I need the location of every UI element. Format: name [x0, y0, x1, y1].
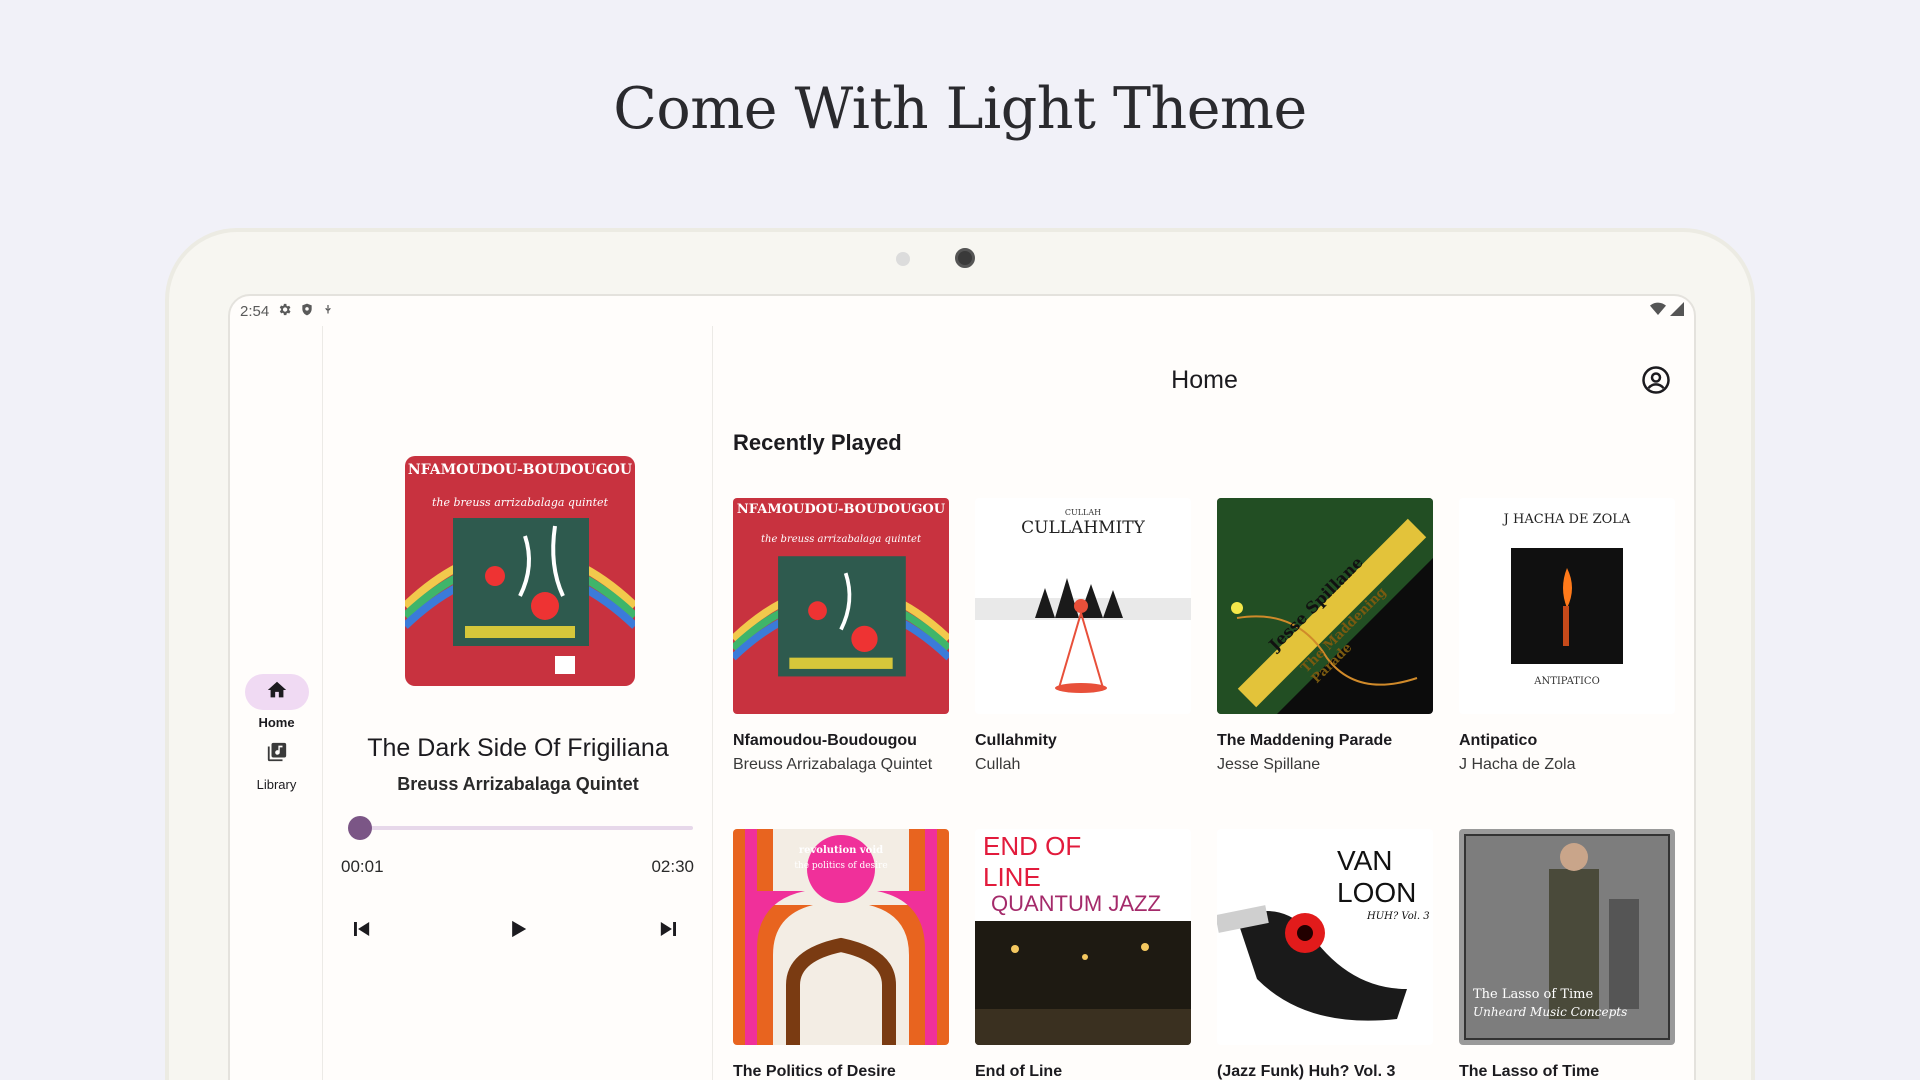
total-time: 02:30	[651, 857, 694, 876]
now-playing-title: The Dark Side Of Frigiliana	[367, 734, 669, 762]
album-art: CULLAH CULLAHMITY	[975, 498, 1191, 714]
gear-icon	[277, 302, 292, 321]
camera-icon	[955, 248, 975, 268]
library-icon	[266, 741, 288, 768]
tablet-frame: 2:54 Home Library NFAMOUDOU-BOUDOUGOU th…	[165, 228, 1755, 1080]
sensor-dot	[896, 252, 910, 266]
album-card[interactable]: END OF LINE QUANTUM JAZZ End of Line	[975, 829, 1191, 1080]
app-screen: 2:54 Home Library NFAMOUDOU-BOUDOUGOU th…	[228, 294, 1696, 1080]
rail-item-home[interactable]: Home	[230, 674, 323, 730]
section-title-recently-played: Recently Played	[733, 430, 902, 455]
album-art-text: END OF LINE	[983, 831, 1082, 892]
album-art-text: revolution void	[798, 845, 884, 856]
album-art: Jesse Spillane The Maddening Parade	[1217, 498, 1433, 714]
rail-label-library: Library	[256, 777, 297, 792]
album-art-text: The Lasso of Time	[1473, 987, 1594, 1002]
current-time: 00:01	[341, 857, 384, 876]
album-title: The Lasso of Time	[1459, 1063, 1600, 1080]
album-art-subtext: Unheard Music Concepts	[1473, 1005, 1628, 1019]
album-art-text: J HACHA DE ZOLA	[1503, 512, 1631, 527]
status-time: 2:54	[240, 302, 270, 320]
album-art: J HACHA DE ZOLA ANTIPATICO	[1459, 498, 1675, 714]
skip-next-icon	[655, 915, 683, 948]
status-bar: 2:54	[230, 296, 1694, 326]
album-title: The Politics of Desire	[733, 1063, 896, 1080]
album-art-text: CULLAHMITY	[1021, 518, 1145, 538]
album-art: END OF LINE QUANTUM JAZZ	[975, 829, 1191, 1045]
album-card[interactable]: CULLAH CULLAHMITY Cullahmity Cullah	[975, 498, 1191, 774]
album-art-subtext: QUANTUM JAZZ	[991, 891, 1161, 916]
page-title: Home	[1171, 366, 1238, 394]
album-title: Cullahmity	[975, 732, 1057, 749]
album-card[interactable]: The Lasso of Time Unheard Music Concepts…	[1459, 829, 1675, 1080]
rail-library-indicator[interactable]	[245, 736, 309, 772]
album-art-subtext: CULLAH	[1064, 508, 1102, 517]
album-art: VAN LOON HUH? Vol. 3	[1217, 829, 1433, 1045]
skip-previous-icon	[347, 915, 375, 948]
home-icon	[266, 679, 288, 706]
now-playing-art-line2: the breuss arrizabalaga quintet	[432, 496, 608, 509]
account-circle-icon	[1641, 365, 1671, 400]
album-title: The Maddening Parade	[1217, 732, 1393, 749]
album-artist: Jesse Spillane	[1217, 756, 1321, 773]
play-icon	[504, 915, 532, 948]
page-headline: Come With Light Theme	[613, 76, 1307, 142]
album-title: Antipatico	[1459, 732, 1538, 749]
seek-bar-thumb[interactable]	[348, 816, 373, 840]
album-art: The Lasso of Time Unheard Music Concepts	[1459, 829, 1675, 1045]
album-art-text: NFAMOUDOU-BOUDOUGOU	[736, 502, 946, 517]
album-card[interactable]: Jesse Spillane The Maddening Parade The …	[1217, 498, 1433, 774]
album-card[interactable]: revolution void the politics of desire T…	[733, 829, 949, 1080]
wifi-icon	[1650, 302, 1666, 320]
album-art-subtext: ANTIPATICO	[1534, 676, 1600, 687]
album-card[interactable]: VAN LOON HUH? Vol. 3 (Jazz Funk) Huh? Vo…	[1217, 829, 1433, 1080]
album-title: End of Line	[975, 1063, 1063, 1080]
home-content: Home Recently Played NFAMOUDOU-BOUDOUGOU…	[713, 326, 1694, 1080]
album-art-subtext: the politics of desire	[794, 861, 888, 871]
navigation-rail: Home Library	[230, 326, 323, 1080]
album-card[interactable]: J HACHA DE ZOLA ANTIPATICO Antipatico J …	[1459, 498, 1675, 774]
account-button[interactable]	[1638, 364, 1674, 400]
album-art: revolution void the politics of desire	[733, 829, 949, 1045]
now-playing-panel: NFAMOUDOU-BOUDOUGOU the breuss arrizabal…	[323, 326, 713, 1080]
album-artist: Cullah	[975, 756, 1021, 773]
now-playing-album-art: NFAMOUDOU-BOUDOUGOU the breuss arrizabal…	[405, 456, 635, 686]
rail-label-home: Home	[258, 715, 295, 730]
album-art-subtext: HUH? Vol. 3	[1367, 911, 1430, 922]
rail-home-indicator[interactable]	[244, 674, 309, 710]
skip-next-button[interactable]	[649, 911, 689, 951]
play-button[interactable]	[498, 911, 538, 951]
album-title: Nfamoudou-Boudougou	[733, 732, 917, 749]
shield-icon	[300, 302, 314, 321]
signal-icon	[1670, 302, 1684, 320]
album-art-subtext: the breuss arrizabalaga quintet	[761, 534, 921, 545]
album-art-text: VAN LOON	[1337, 845, 1417, 908]
album-artist: J Hacha de Zola	[1459, 756, 1576, 773]
rail-item-library[interactable]: Library	[230, 736, 323, 792]
now-playing-art-line1: NFAMOUDOU-BOUDOUGOU	[407, 462, 633, 478]
seek-bar[interactable]	[348, 816, 693, 840]
skip-previous-button[interactable]	[341, 911, 381, 951]
album-card[interactable]: NFAMOUDOU-BOUDOUGOU the breuss arrizabal…	[733, 498, 949, 774]
now-playing-artist: Breuss Arrizabalaga Quintet	[397, 774, 639, 794]
album-artist: Breuss Arrizabalaga Quintet	[733, 756, 933, 773]
mic-icon	[322, 302, 334, 321]
album-art: NFAMOUDOU-BOUDOUGOU the breuss arrizabal…	[733, 498, 949, 714]
album-title: (Jazz Funk) Huh? Vol. 3	[1217, 1063, 1396, 1080]
